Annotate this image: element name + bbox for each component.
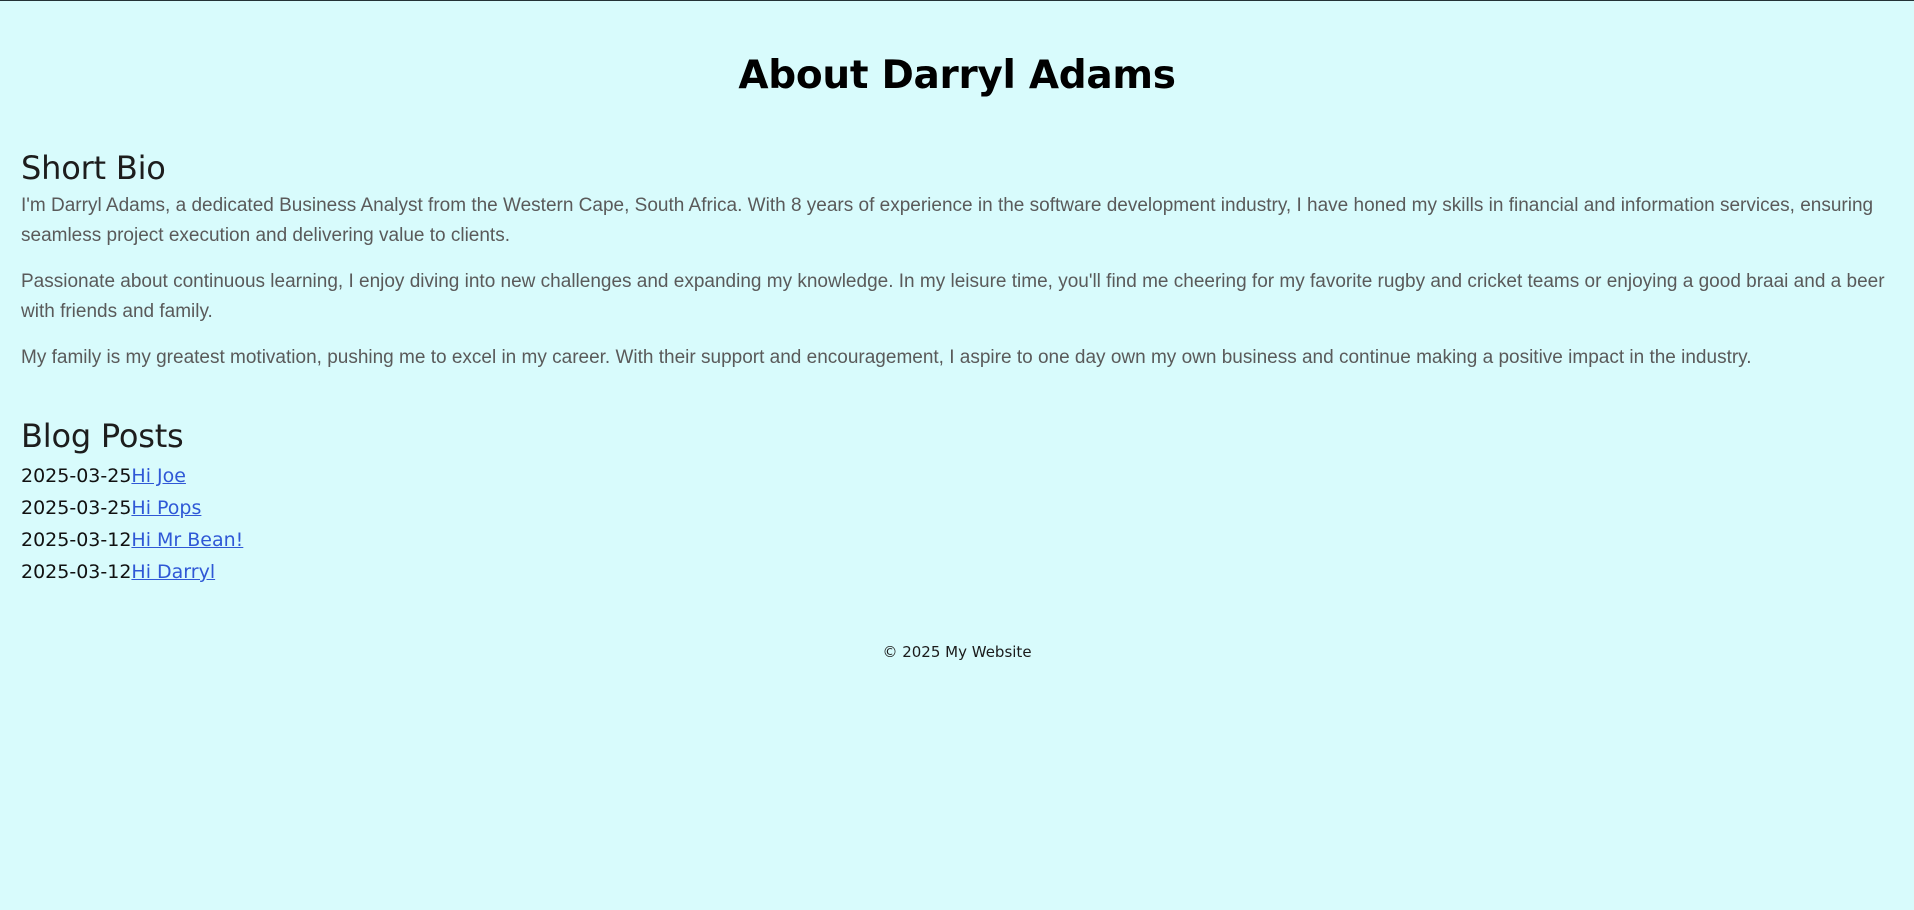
blog-posts-heading: Blog Posts [21, 417, 184, 455]
post-date: 2025-03-12 [21, 529, 132, 551]
blog-post-item: 2025-03-25Hi Joe [21, 460, 1893, 492]
blog-post-list: 2025-03-25Hi Joe 2025-03-25Hi Pops 2025-… [21, 460, 1893, 588]
page-title: About Darryl Adams [738, 53, 1176, 98]
main-content: Short Bio I'm Darryl Adams, a dedicated … [0, 149, 1914, 588]
bio-paragraph-2: Passionate about continuous learning, I … [21, 271, 1885, 322]
short-bio-section: Short Bio I'm Darryl Adams, a dedicated … [21, 149, 1893, 373]
blog-post-item: 2025-03-25Hi Pops [21, 492, 1893, 524]
post-link-hi-mr-bean[interactable]: Hi Mr Bean! [131, 529, 243, 551]
post-link-hi-joe[interactable]: Hi Joe [131, 465, 186, 487]
post-link-hi-darryl[interactable]: Hi Darryl [131, 561, 215, 583]
short-bio-heading: Short Bio [21, 149, 166, 187]
footer-copyright: © 2025 My Website [882, 643, 1032, 661]
bio-paragraph-1: I'm Darryl Adams, a dedicated Business A… [21, 195, 1874, 246]
post-link-hi-pops[interactable]: Hi Pops [131, 497, 201, 519]
site-footer: © 2025 My Website [0, 642, 1914, 662]
blog-post-item: 2025-03-12Hi Mr Bean! [21, 524, 1893, 556]
post-date: 2025-03-25 [21, 465, 132, 487]
bio-paragraph-3: My family is my greatest motivation, pus… [21, 347, 1752, 368]
blog-posts-section: Blog Posts 2025-03-25Hi Joe 2025-03-25Hi… [21, 417, 1893, 588]
post-date: 2025-03-25 [21, 497, 132, 519]
blog-post-item: 2025-03-12Hi Darryl [21, 556, 1893, 588]
post-date: 2025-03-12 [21, 561, 132, 583]
